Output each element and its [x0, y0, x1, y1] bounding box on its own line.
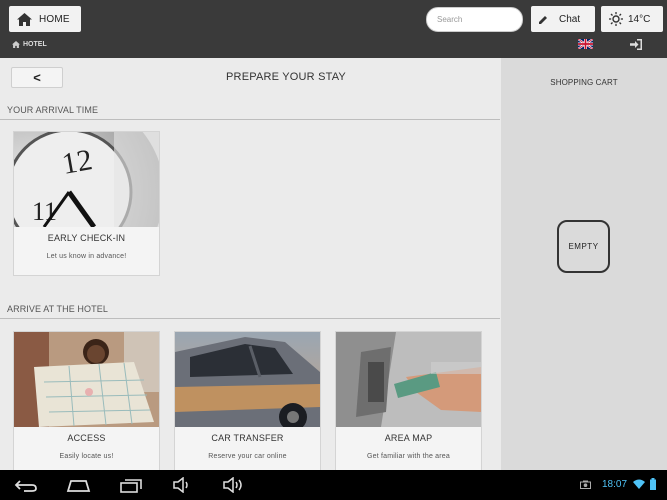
card-subtitle: Let us know in advance!	[46, 253, 127, 260]
empty-cart-indicator: EMPTY	[557, 220, 610, 273]
main-content: < PREPARE YOUR STAY YOUR ARRIVAL TIME 12…	[0, 58, 501, 470]
pencil-icon	[539, 15, 547, 24]
search-placeholder: Search	[437, 15, 463, 24]
breadcrumb-label: HOTEL	[23, 41, 47, 48]
atm-card-image	[336, 332, 481, 427]
card-subtitle: Reserve your car online	[208, 453, 287, 460]
sun-icon	[609, 12, 623, 26]
card-access[interactable]: ACCESS Easily locate us!	[13, 331, 160, 470]
recent-apps-icon[interactable]	[120, 478, 143, 493]
card-subtitle: Easily locate us!	[59, 453, 114, 460]
volume-down-icon[interactable]	[173, 477, 191, 493]
card-title: CAR TRANSFER	[211, 433, 284, 443]
volume-up-icon[interactable]	[223, 477, 245, 493]
weather-button[interactable]: 14°C	[601, 6, 663, 32]
chat-label: Chat	[559, 13, 581, 25]
home-label: HOME	[39, 13, 70, 25]
chat-button[interactable]: Chat	[531, 6, 595, 32]
login-icon[interactable]	[630, 39, 642, 50]
page-title: PREPARE YOUR STAY	[226, 71, 346, 83]
wifi-icon	[633, 479, 645, 489]
card-early-check-in[interactable]: 12 11 EARLY CHECK-IN Let us know in adva…	[13, 131, 160, 276]
card-car-transfer[interactable]: CAR TRANSFER Reserve your car online	[174, 331, 321, 470]
breadcrumb[interactable]: HOTEL	[12, 41, 47, 48]
temperature: 14°C	[628, 13, 651, 25]
uk-flag-icon[interactable]	[578, 39, 593, 49]
section-title-arrive-hotel: ARRIVE AT THE HOTEL	[7, 304, 108, 314]
back-nav-icon[interactable]	[14, 479, 38, 492]
screenshot-icon	[580, 480, 591, 489]
card-title: AREA MAP	[384, 433, 433, 443]
section-divider	[0, 318, 500, 319]
map-reading-image	[14, 332, 159, 427]
system-clock: 18:07	[602, 479, 628, 490]
card-title: EARLY CHECK-IN	[47, 233, 126, 243]
clock-image: 12 11	[14, 132, 159, 227]
shopping-cart-panel: SHOPPING CART EMPTY	[501, 58, 667, 470]
search-input[interactable]: Search	[426, 7, 523, 32]
car-image	[175, 332, 320, 427]
top-bar: HOME Search Chat 14°C HOTEL	[0, 0, 667, 58]
card-area-map[interactable]: AREA MAP Get familiar with the area	[335, 331, 482, 470]
home-nav-icon[interactable]	[66, 479, 91, 492]
system-navigation-bar: 18:07	[0, 470, 667, 500]
home-small-icon	[12, 41, 20, 48]
card-title: ACCESS	[67, 433, 106, 443]
section-title-arrival: YOUR ARRIVAL TIME	[7, 105, 99, 115]
svg-text:12: 12	[59, 143, 94, 181]
cart-title: SHOPPING CART	[550, 78, 618, 87]
card-subtitle: Get familiar with the area	[366, 453, 450, 460]
home-button[interactable]: HOME	[9, 6, 81, 32]
section-divider	[0, 119, 500, 120]
home-icon	[17, 12, 32, 26]
battery-icon	[650, 478, 656, 490]
